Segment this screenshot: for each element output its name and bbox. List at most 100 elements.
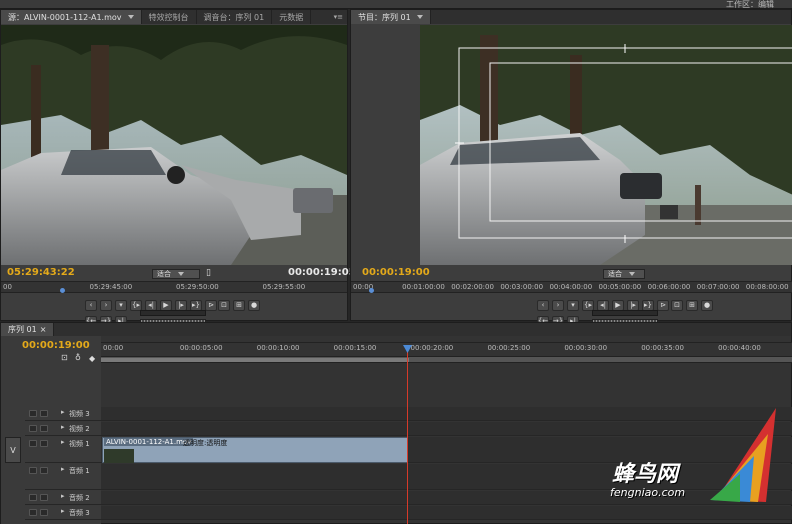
track-lane[interactable] [101, 506, 792, 520]
track-header-video-0[interactable]: ▸ 视频 3 [25, 407, 101, 421]
source-shuttle[interactable] [140, 310, 206, 316]
src-transport-button-1[interactable]: › [100, 300, 112, 311]
track-lane[interactable] [101, 422, 792, 436]
premiere-window: 工作区：编辑 源：ALVIN-0001-112-A1.mov 特效控制台 调音台：序… [0, 0, 792, 524]
track-lane[interactable] [101, 464, 792, 490]
timeline-playhead-line[interactable] [407, 346, 408, 524]
keyframe-icon[interactable]: ◆ [89, 354, 95, 363]
source-fit-dropdown[interactable]: 适合 [152, 269, 200, 279]
close-icon[interactable]: × [40, 325, 47, 334]
source-duration-timecode: 00:00:19:05 [288, 267, 356, 278]
ruler-label: 00:08:00:00 [745, 283, 789, 291]
program-playhead[interactable] [369, 288, 374, 293]
source-playhead[interactable] [59, 288, 65, 293]
expand-triangle-icon[interactable]: ▸ [61, 492, 65, 500]
ruler-label: 00:00:05:00 [179, 344, 223, 352]
eye-icon[interactable] [29, 410, 37, 417]
program-tab-bar: 节目：序列 01 [351, 10, 791, 24]
prg-extra-button-2[interactable]: ● [701, 300, 713, 311]
prg-extra-button-0[interactable]: ⊡ [671, 300, 683, 311]
lock-icon[interactable] [40, 440, 48, 447]
chevron-down-icon [127, 15, 134, 19]
program-fit-dropdown[interactable]: 适合 [603, 269, 645, 279]
src-transport-button-8[interactable]: ⊳ [205, 300, 217, 311]
prg-transport-button-0[interactable]: ‹ [537, 300, 549, 311]
chevron-down-icon [629, 272, 635, 276]
track-header-audio-3[interactable]: ▸ 音频 1 [25, 464, 101, 490]
ruler-label: 00:00:15:00 [333, 344, 377, 352]
ruler-label: 00:00:40:00 [718, 344, 761, 352]
expand-triangle-icon[interactable]: ▸ [61, 507, 65, 515]
src-extra-button-1[interactable]: ⊞ [233, 300, 245, 311]
ruler-label: 00:00:10:00 [256, 344, 300, 352]
eye-icon[interactable] [29, 425, 37, 432]
track-header-video-2[interactable]: ▸ 视频 1 [25, 437, 101, 463]
snap-icon[interactable]: ⊡ [61, 353, 68, 362]
source-current-timecode[interactable]: 05:29:43:22 [7, 267, 75, 278]
output-icon[interactable]: ▯ [206, 268, 211, 278]
src-extra-button-2[interactable]: ● [248, 300, 260, 311]
ruler-label: 00:00:20:00 [410, 344, 454, 352]
work-area-range[interactable] [101, 358, 409, 362]
track-name: 视频 1 [69, 440, 90, 448]
src-transport-button-2[interactable]: ▾ [115, 300, 127, 311]
tab-sequence-01[interactable]: 序列 01 × [1, 323, 55, 336]
ruler-label: 05:29:50:00 [176, 283, 219, 291]
panel-menu-icon[interactable]: ▾≡ [334, 13, 343, 21]
track-lane[interactable] [101, 491, 792, 505]
marker-icon[interactable]: ♁ [75, 353, 81, 362]
track-lane[interactable] [101, 407, 792, 421]
ruler-label: 00:00:35:00 [641, 344, 684, 352]
src-extra-button-0[interactable]: ⊡ [218, 300, 230, 311]
timeline-current-timecode[interactable]: 00:00:19:00 [22, 340, 90, 351]
tab-label: 源：ALVIN-0001-112-A1.mov [8, 12, 122, 22]
speaker-icon[interactable] [29, 509, 37, 516]
program-time-ruler[interactable]: 00:00 00:01:00:00 00:02:00:00 00:03:00:00 00… [351, 281, 792, 293]
lock-icon[interactable] [40, 467, 48, 474]
speaker-icon[interactable] [29, 467, 37, 474]
prg-transport-button-2[interactable]: ▾ [567, 300, 579, 311]
prg-transport-button-1[interactable]: › [552, 300, 564, 311]
track-header-audio-5[interactable]: ▸ 音频 3 [25, 506, 101, 520]
tab-source_monitor-1[interactable]: 特效控制台 [142, 10, 197, 24]
speaker-icon[interactable] [29, 494, 37, 501]
program-current-timecode[interactable]: 00:00:19:00 [362, 267, 430, 278]
tab-source_monitor-3[interactable]: 元数据 [272, 10, 312, 24]
tab-source_monitor-0[interactable]: 源：ALVIN-0001-112-A1.mov [1, 10, 142, 24]
clip-thumbnail [104, 449, 134, 463]
lock-icon[interactable] [40, 425, 48, 432]
video-clip[interactable]: ALVIN-0001-112-A1.mov 透明度:透明度 [102, 437, 408, 463]
expand-triangle-icon[interactable]: ▸ [61, 438, 65, 446]
ruler-label: 00:03:00:00 [500, 283, 544, 291]
ruler-label: 00:07:00:00 [696, 283, 740, 291]
lock-icon[interactable] [40, 509, 48, 516]
source-time-ruler[interactable]: 00 05:29:45:00 05:29:50:00 05:29:55:00 [1, 281, 347, 293]
chevron-down-icon [178, 272, 184, 276]
clip-opacity-label[interactable]: 透明度:透明度 [183, 438, 227, 448]
track-header-audio-4[interactable]: ▸ 音频 2 [25, 491, 101, 505]
eye-icon[interactable] [29, 440, 37, 447]
clip-name: ALVIN-0001-112-A1.mov [104, 438, 194, 446]
program-shuttle[interactable] [592, 310, 658, 316]
target-track-button[interactable]: V [5, 437, 21, 463]
tab-program_monitor-0[interactable]: 节目：序列 01 [351, 10, 431, 24]
expand-triangle-icon[interactable]: ▸ [61, 408, 65, 416]
src-transport-button-0[interactable]: ‹ [85, 300, 97, 311]
program-fit-label: 适合 [608, 270, 622, 278]
expand-triangle-icon[interactable]: ▸ [61, 465, 65, 473]
prg-extra-button-1[interactable]: ⊞ [686, 300, 698, 311]
tab-label: 节目：序列 01 [358, 12, 411, 22]
tab-source_monitor-2[interactable]: 调音台：序列 01 [197, 10, 273, 24]
track-name: 音频 1 [69, 467, 90, 475]
work-area-bar[interactable] [101, 357, 792, 363]
prg-transport-button-8[interactable]: ⊳ [657, 300, 669, 311]
timeline-tab-bar: 序列 01 × [1, 323, 791, 336]
track-header-video-1[interactable]: ▸ 视频 2 [25, 422, 101, 436]
expand-triangle-icon[interactable]: ▸ [61, 423, 65, 431]
program-video-frame [420, 25, 792, 265]
timeline-time-ruler[interactable]: 00:00 00:00:05:00 00:00:10:00 00:00:15:00 00… [101, 342, 792, 357]
lock-icon[interactable] [40, 410, 48, 417]
lock-icon[interactable] [40, 494, 48, 501]
ruler-label: 00:04:00:00 [549, 283, 593, 291]
tab-label: 调音台：序列 01 [203, 12, 265, 22]
